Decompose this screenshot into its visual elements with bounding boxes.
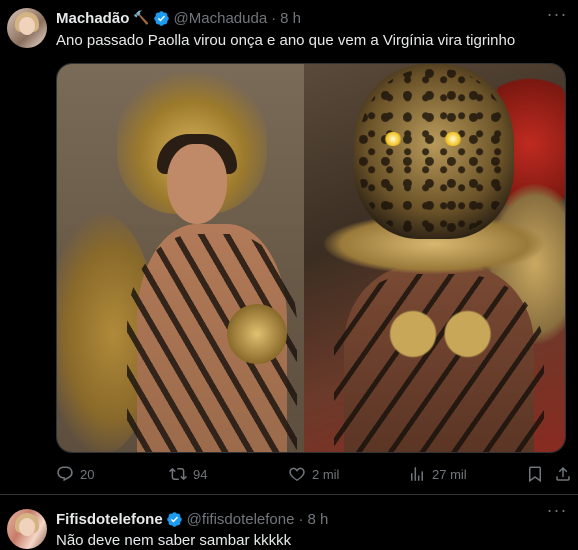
author-name[interactable]: Machadão: [56, 10, 129, 27]
reply-count: 20: [80, 466, 95, 482]
verified-badge-icon: [166, 511, 182, 527]
bookmark-button[interactable]: [526, 463, 544, 485]
photo-right[interactable]: [304, 64, 565, 452]
avatar[interactable]: [7, 8, 47, 48]
author-handle[interactable]: @fifisdotelefone: [187, 511, 295, 528]
face: [167, 144, 227, 224]
tweet[interactable]: Fifisdotelefone @fifisdotelefone · 8 h ·…: [0, 496, 578, 550]
share-button[interactable]: [554, 463, 572, 485]
tweet-time[interactable]: 8 h: [307, 511, 328, 528]
retweet-count: 94: [193, 466, 208, 482]
author-handle[interactable]: @Machaduda: [174, 10, 268, 27]
heart-icon: [289, 467, 305, 481]
jaguar-spots: [359, 69, 510, 234]
tweet-header: Machadão 🔨 @Machaduda · 8 h: [56, 8, 301, 28]
author-name[interactable]: Fifisdotelefone: [56, 511, 163, 528]
tweet-text: Ano passado Paolla virou onça e ano que …: [56, 32, 516, 49]
reply-button[interactable]: 20: [56, 463, 94, 485]
glowing-eye-left: [384, 132, 403, 146]
like-button[interactable]: 2 mil: [288, 463, 339, 485]
photo-left[interactable]: [57, 64, 305, 452]
avatar-face: [19, 518, 35, 536]
more-options-icon[interactable]: ···: [546, 501, 568, 523]
costume-top: [374, 304, 505, 364]
tweet-text: Não deve nem saber sambar kkkkk: [56, 532, 292, 549]
share-icon: [556, 466, 570, 481]
views-button[interactable]: 27 mil: [408, 463, 467, 485]
bookmark-icon: [529, 466, 541, 483]
glowing-eye-right: [444, 132, 463, 146]
tweet[interactable]: Machadão 🔨 @Machaduda · 8 h ··· Ano pass…: [0, 0, 578, 495]
hammer-emoji: 🔨: [133, 10, 150, 25]
avatar-face: [19, 17, 35, 35]
separator-dot: ·: [298, 510, 304, 528]
like-count: 2 mil: [312, 466, 340, 482]
retweet-icon: [169, 467, 187, 481]
separator-dot: ·: [271, 9, 277, 27]
views-bar-chart-icon: [411, 467, 423, 481]
verified-badge-icon: [153, 10, 169, 26]
more-options-icon[interactable]: ···: [546, 5, 568, 27]
retweet-button[interactable]: 94: [169, 463, 207, 485]
tweet-header: Fifisdotelefone @fifisdotelefone · 8 h: [56, 509, 328, 529]
views-count: 27 mil: [432, 466, 467, 482]
tweet-actions: 20 94 2 mil 27 mil: [56, 463, 570, 485]
reply-icon: [57, 466, 73, 482]
avatar[interactable]: [7, 509, 47, 549]
tweet-media[interactable]: [56, 63, 566, 453]
shoulder-ornament: [227, 304, 287, 364]
tweet-time[interactable]: 8 h: [280, 10, 301, 27]
